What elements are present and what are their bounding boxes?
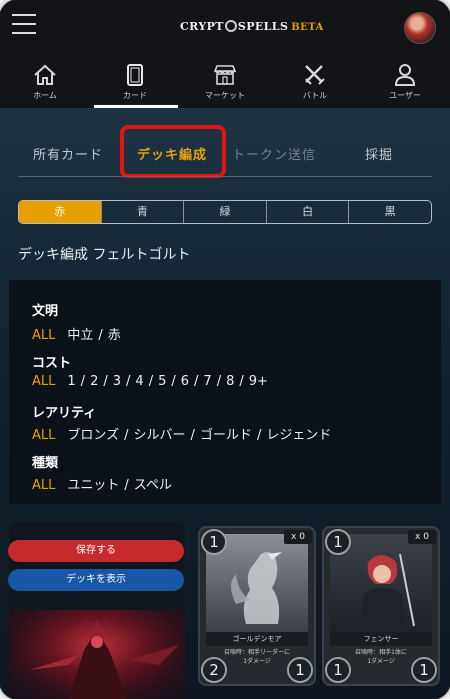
- nav-label-battle: バトル: [302, 91, 328, 100]
- card-item[interactable]: ゴールデンモア 召喚時：相手リーダーに 1ダメージ 1 2 1 x 0: [198, 526, 316, 686]
- avatar[interactable]: [404, 12, 436, 44]
- filter-cost-option[interactable]: 5: [158, 374, 166, 389]
- filter-civ-option[interactable]: 中立: [67, 328, 93, 343]
- filter-cost-option[interactable]: 7: [203, 374, 211, 389]
- logo-text-crypto: CRYPT: [180, 20, 224, 33]
- save-button[interactable]: 保存する: [8, 540, 184, 562]
- card-cost-gem: 1: [201, 529, 227, 555]
- filter-panel: 文明 ALL 中立 / 赤 コスト ALL 1 / 2 / 3 / 4 / 5 / 6 / 7 / 8 / 9+ レアリ…: [9, 280, 441, 504]
- tab-token-transfer[interactable]: トークン送信: [232, 144, 316, 163]
- card-attack-gem: 1: [325, 657, 351, 683]
- filter-civ-option[interactable]: 赤: [108, 328, 121, 343]
- filter-type-option[interactable]: ユニット: [67, 478, 119, 493]
- filter-rarity-title: レアリティ: [32, 406, 97, 421]
- card-name: ゴールデンモア: [206, 632, 308, 646]
- color-option-green[interactable]: 緑: [184, 201, 267, 223]
- separator: /: [124, 478, 129, 493]
- separator: /: [148, 374, 154, 389]
- app-logo[interactable]: CRYPT SPELLS BETA: [180, 20, 323, 38]
- color-option-white[interactable]: 白: [267, 201, 350, 223]
- filter-rarity-row: ALL ブロンズ / シルバー / ゴールド / レジェンド: [32, 424, 331, 443]
- filter-cost-option[interactable]: 1: [67, 374, 75, 389]
- filter-rarity-all[interactable]: ALL: [32, 428, 55, 443]
- show-deck-button[interactable]: デッキを表示: [8, 569, 184, 591]
- card-effect-line: 召喚時：相手1体に: [355, 649, 407, 656]
- separator: /: [103, 374, 108, 389]
- separator: /: [194, 374, 199, 389]
- filter-cost-all[interactable]: ALL: [32, 374, 55, 389]
- nav-item-market[interactable]: マーケット: [180, 58, 270, 108]
- nav-label-market: マーケット: [205, 91, 245, 100]
- deck-tab-highlight-box: [120, 125, 226, 178]
- card-attack-gem: 2: [201, 657, 227, 683]
- card-hp-gem: 1: [287, 657, 313, 683]
- separator: /: [171, 374, 176, 389]
- separator: /: [98, 328, 103, 343]
- filter-cost-option[interactable]: 9+: [249, 374, 268, 389]
- color-option-red[interactable]: 赤: [19, 201, 102, 223]
- card-effect-line: 召喚時：相手リーダーに: [223, 649, 290, 656]
- deck-side-panel: [9, 522, 185, 609]
- nav-item-card[interactable]: カード: [90, 58, 180, 108]
- nav-item-home[interactable]: ホーム: [0, 58, 90, 108]
- tab-owned-cards[interactable]: 所有カード: [33, 144, 103, 163]
- filter-type-row: ALL ユニット / スペル: [32, 474, 172, 493]
- filter-cost-title: コスト: [32, 356, 72, 371]
- separator: /: [239, 374, 244, 389]
- filter-cost-option[interactable]: 8: [226, 374, 234, 389]
- leader-art-illustration: [29, 620, 179, 699]
- card-count-badge: x 0: [284, 530, 312, 544]
- filter-cost-option[interactable]: 3: [113, 374, 121, 389]
- battle-icon: [305, 65, 325, 85]
- filter-rarity-option[interactable]: ゴールド: [200, 428, 252, 443]
- market-icon: [213, 65, 237, 85]
- tabs-divider: [18, 176, 432, 177]
- separator: /: [216, 374, 222, 389]
- separator: /: [190, 428, 195, 443]
- filter-rarity-option[interactable]: レジェンド: [266, 428, 331, 443]
- app-screen: CRYPT SPELLS BETA ホーム カード マーケット バトル ユーザー…: [0, 0, 450, 699]
- card-item[interactable]: フェンサー 召喚時：相手1体に 1ダメージ 1 1 1 x 0: [322, 526, 440, 686]
- home-icon: [34, 64, 56, 85]
- deck-title: デッキ編成 フェルトゴルト: [18, 247, 191, 263]
- main-nav: ホーム カード マーケット バトル ユーザー: [0, 58, 450, 108]
- color-selector: 赤 青 緑 白 黒: [18, 200, 432, 224]
- card-count-badge: x 0: [408, 530, 436, 544]
- filter-civ-title: 文明: [32, 304, 59, 319]
- filter-cost-row: ALL 1 / 2 / 3 / 4 / 5 / 6 / 7 / 8 / 9+: [32, 374, 268, 389]
- separator: /: [80, 374, 86, 389]
- logo-beta-badge: BETA: [291, 22, 324, 33]
- nav-label-card: カード: [123, 91, 147, 100]
- filter-civ-row: ALL 中立 / 赤: [32, 324, 121, 343]
- tab-mining[interactable]: 採掘: [365, 144, 393, 163]
- hamburger-menu-icon[interactable]: [12, 14, 36, 38]
- card-cost-gem: 1: [325, 529, 351, 555]
- filter-cost-option[interactable]: 6: [181, 374, 189, 389]
- filter-type-option[interactable]: スペル: [134, 478, 172, 493]
- filter-type-all[interactable]: ALL: [32, 478, 55, 493]
- filter-cost-option[interactable]: 4: [135, 374, 143, 389]
- filter-type-title: 種類: [32, 456, 59, 471]
- logo-text-spells: SPELLS: [237, 20, 289, 33]
- filter-cost-option[interactable]: 2: [90, 374, 98, 389]
- card-icon: [127, 64, 143, 86]
- filter-rarity-option[interactable]: シルバー: [134, 428, 186, 443]
- nav-label-user: ユーザー: [389, 91, 421, 100]
- color-option-blue[interactable]: 青: [102, 201, 185, 223]
- logo-circle-icon: [224, 20, 237, 32]
- deck-leader-art: [9, 610, 185, 699]
- color-option-black[interactable]: 黒: [349, 201, 431, 223]
- nav-item-battle[interactable]: バトル: [270, 58, 360, 108]
- nav-item-user[interactable]: ユーザー: [360, 58, 450, 108]
- card-name: フェンサー: [330, 632, 432, 646]
- separator: /: [124, 428, 129, 443]
- top-bar: CRYPT SPELLS BETA: [0, 0, 450, 58]
- filter-rarity-option[interactable]: ブロンズ: [67, 428, 119, 443]
- card-hp-gem: 1: [411, 657, 437, 683]
- user-icon: [394, 64, 416, 86]
- filter-civ-all[interactable]: ALL: [32, 328, 55, 343]
- separator: /: [126, 374, 131, 389]
- separator: /: [256, 428, 262, 443]
- nav-label-home: ホーム: [33, 91, 57, 100]
